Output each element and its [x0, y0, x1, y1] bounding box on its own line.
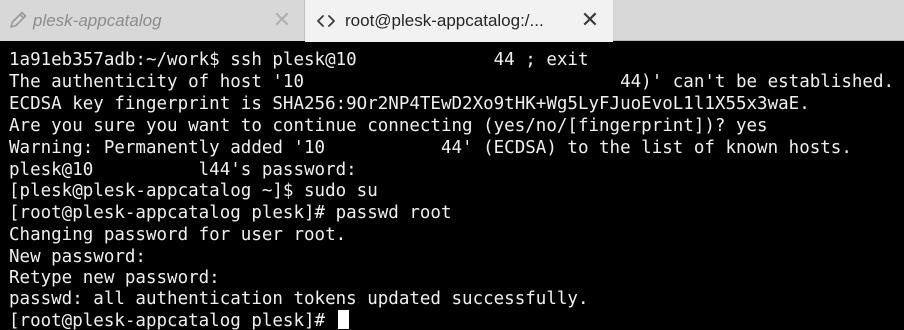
- terminal-output[interactable]: 1a91eb357adb:~/work$ ssh plesk@10 44 ; e…: [0, 42, 904, 330]
- terminal-line: [root@plesk-appcatalog plesk]# passwd ro…: [9, 203, 452, 223]
- terminal-code-icon: [315, 10, 337, 32]
- terminal-line: [plesk@plesk-appcatalog ~]$ sudo su: [9, 181, 378, 201]
- terminal-line: plesk@10 l44's password:: [9, 160, 357, 180]
- terminal-prompt-line: [root@plesk-appcatalog plesk]#: [9, 310, 349, 330]
- terminal-line: passwd: all authentication tokens update…: [9, 289, 589, 309]
- terminal-prompt: [root@plesk-appcatalog plesk]#: [9, 311, 336, 330]
- close-icon[interactable]: ✕: [271, 9, 293, 31]
- tab-title: root@plesk-appcatalog:/...: [345, 11, 544, 30]
- terminal-cursor: [337, 310, 349, 329]
- close-icon[interactable]: ✕: [579, 9, 601, 31]
- tab-bar: plesk-appcatalog ✕ root@plesk-appcatalog…: [0, 0, 904, 42]
- terminal-line: 1a91eb357adb:~/work$ ssh plesk@10 44 ; e…: [9, 50, 589, 70]
- tab-title: plesk-appcatalog: [33, 11, 162, 30]
- terminal-line: Changing password for user root.: [9, 225, 347, 245]
- terminal-window: plesk-appcatalog ✕ root@plesk-appcatalog…: [0, 0, 904, 330]
- terminal-line: Are you sure you want to continue connec…: [9, 116, 768, 136]
- tab-plesk-appcatalog[interactable]: plesk-appcatalog ✕: [0, 0, 305, 41]
- terminal-line: The authenticity of host '10 44)' can't …: [9, 72, 895, 92]
- terminal-line: New password:: [9, 247, 146, 267]
- terminal-line: Warning: Permanently added '10 44' (ECDS…: [9, 138, 852, 158]
- tab-root-terminal[interactable]: root@plesk-appcatalog:/... ✕: [305, 0, 613, 42]
- terminal-line: Retype new password:: [9, 268, 220, 288]
- terminal-line: ECDSA key fingerprint is SHA256:9Or2NP4T…: [9, 94, 810, 114]
- pen-icon: [7, 9, 29, 31]
